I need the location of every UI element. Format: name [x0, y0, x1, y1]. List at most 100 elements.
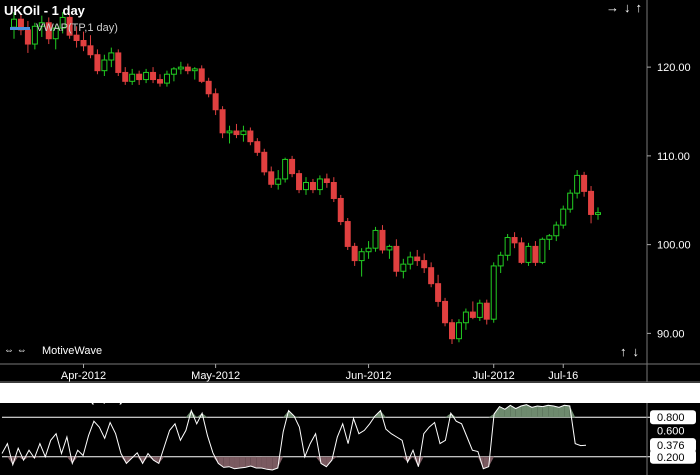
pan-icons[interactable]: ⇔ ⇔ [4, 345, 27, 356]
candle-body [358, 251, 365, 262]
indicator-title: Stochastic RSI(C,14) [6, 391, 124, 405]
candle-body [240, 130, 247, 136]
rsi-overbought-fill [488, 413, 495, 418]
candle-body [330, 182, 337, 199]
candle-body [275, 178, 282, 185]
candle-body [469, 311, 476, 318]
candle-body [11, 18, 17, 28]
candle-body [303, 182, 309, 191]
candle-body [490, 265, 497, 320]
candle-body [87, 45, 94, 56]
candle-body [219, 109, 226, 134]
candle-body [400, 263, 407, 272]
move-up-icon[interactable]: ↑ [620, 345, 627, 358]
candle-body [177, 66, 184, 70]
candle-body [73, 34, 80, 41]
rsi-current-value: 0.376 [657, 440, 685, 452]
arrow-up-icon[interactable]: ↑ [636, 1, 643, 14]
rsi-oversold-fill [261, 456, 267, 470]
candle-body [282, 158, 289, 180]
price-tick-label: 90.00 [657, 328, 685, 340]
arrow-down-icon[interactable]: ↓ [624, 1, 631, 14]
candle-body [435, 283, 442, 302]
rsi-oversold-fill [223, 456, 230, 468]
scroll-right-icon[interactable]: → [606, 1, 619, 14]
candle-body [428, 267, 435, 285]
rsi-overbought-fill [531, 405, 538, 418]
time-tick-label: May-2012 [191, 370, 240, 382]
candle-body [365, 247, 372, 253]
rsi-tick-label: 0.600 [657, 425, 685, 437]
rsi-overbought-fill [548, 405, 554, 418]
rsi-fill [7, 404, 576, 470]
candle-body [421, 260, 428, 269]
legend-swatch [10, 27, 30, 30]
candle-body [351, 245, 358, 262]
candle-body [588, 190, 595, 215]
price-tick-label: 120.00 [657, 62, 691, 74]
candle-body [101, 59, 108, 72]
rsi-oversold-fill [256, 456, 262, 469]
indicator-controls: ↑ ▬ ✕ [604, 389, 644, 402]
candle-body [553, 224, 560, 237]
rsi-overbought-fill [542, 405, 549, 418]
candle-body [567, 192, 574, 210]
candle-body [504, 237, 511, 256]
price-candles [11, 12, 601, 345]
candle-body [163, 73, 170, 84]
candle-body [212, 93, 219, 111]
rsi-oversold-fill [266, 456, 273, 470]
candle-body [198, 68, 205, 82]
rsi-oversold-fill [239, 456, 246, 469]
candle-body [108, 52, 115, 61]
candle-body [393, 245, 400, 272]
candle-body [115, 52, 122, 73]
candle-body [407, 256, 414, 265]
candle-body [94, 54, 101, 72]
rsi-tick-label: 0.800 [657, 412, 685, 424]
rsi-oversold-fill [234, 456, 240, 469]
candle-body [344, 221, 351, 247]
candle-body [316, 178, 323, 191]
candle-body [323, 178, 330, 183]
candle-body [379, 229, 386, 251]
candle-body [581, 174, 588, 192]
rsi-overbought-fill [564, 405, 570, 418]
candle-body [546, 235, 553, 240]
price-tick-label: 110.00 [657, 151, 690, 163]
candle-body [337, 197, 344, 223]
candle-body [296, 173, 303, 191]
panel-close-icon[interactable]: ✕ [634, 389, 645, 402]
main-panel-bottom-controls: ↑ ↓ [620, 345, 639, 358]
legend-label: VWAP(TP,1 day) [36, 22, 118, 34]
candle-body [24, 29, 31, 45]
time-axis: Apr-2012 May-2012 Jun-2012 Jul-2012 Jul-16 [61, 364, 578, 382]
candle-body [442, 300, 449, 324]
candle-body [143, 71, 150, 81]
move-down-icon[interactable]: ↓ [633, 345, 640, 358]
candle-body [129, 73, 136, 82]
candle-body [309, 182, 316, 191]
candle-body [455, 322, 462, 340]
panel-maximize-icon[interactable]: ▬ [616, 389, 629, 402]
candle-body [449, 322, 455, 340]
candle-body [191, 68, 198, 72]
candle-body [170, 68, 177, 75]
panel-up-icon[interactable]: ↑ [604, 389, 611, 402]
time-tick-label: Jul-16 [548, 370, 578, 382]
main-panel-controls: → ↓ ↑ [606, 1, 642, 14]
candle-body [525, 245, 532, 263]
candle-body [80, 40, 87, 47]
rsi-overbought-fill [537, 405, 543, 418]
candle-body [372, 229, 379, 249]
rsi-overbought-fill [553, 405, 559, 418]
candle-body [205, 80, 212, 95]
candle-body [414, 256, 421, 262]
candle-body [476, 302, 483, 318]
watermark: MotiveWave [42, 345, 103, 357]
candle-body [539, 238, 546, 263]
candle-body [247, 130, 254, 143]
candle-body [560, 208, 567, 226]
candle-body [532, 245, 539, 263]
candle-body [233, 130, 240, 136]
